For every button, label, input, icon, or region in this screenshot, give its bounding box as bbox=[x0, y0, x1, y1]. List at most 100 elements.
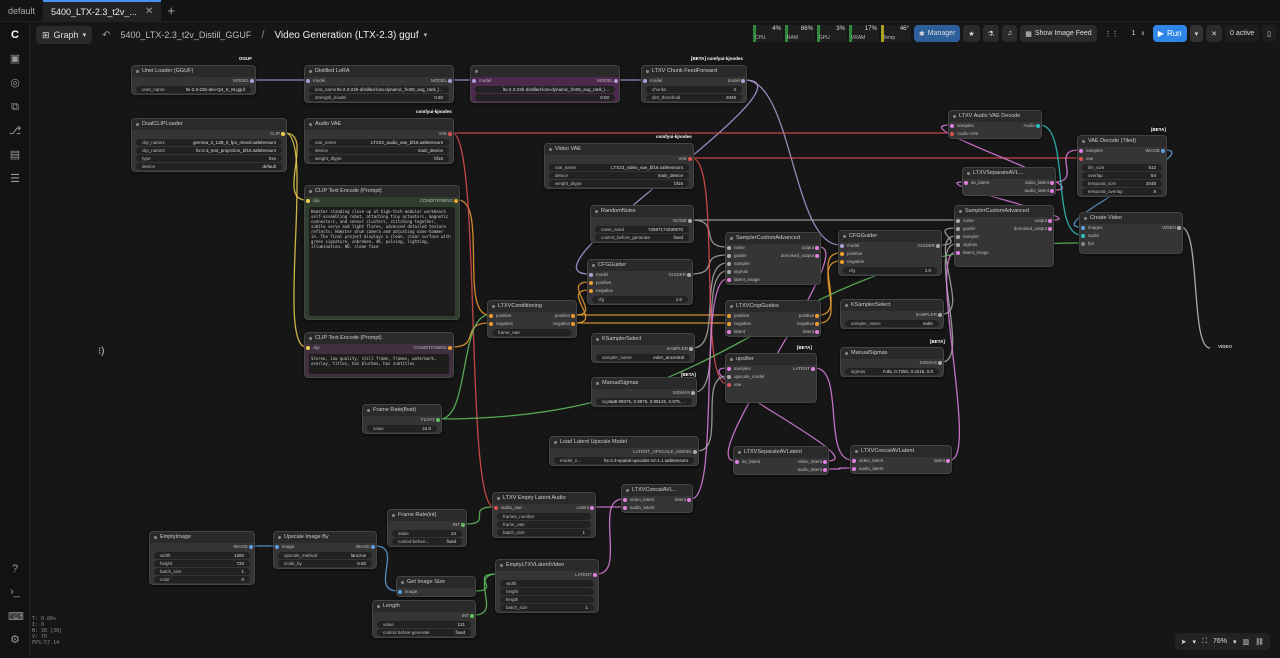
node-cropguides[interactable]: LTXVCropGuides positive positive negative ne… bbox=[725, 300, 821, 337]
input-socket[interactable] bbox=[589, 281, 593, 285]
output-socket[interactable] bbox=[571, 322, 575, 326]
stepper-icon[interactable]: ⇕ bbox=[1141, 31, 1145, 37]
node-title[interactable]: LTXVConditioning bbox=[488, 301, 576, 312]
output-socket[interactable] bbox=[371, 545, 375, 549]
input-socket[interactable] bbox=[489, 314, 493, 318]
node-title[interactable]: Frame Rate(float) bbox=[363, 405, 441, 416]
node-cliptext2[interactable]: CLIP Text Encode (Prompt) clip CONDITIONIN… bbox=[304, 332, 454, 378]
node-upscaler[interactable]: upsilter samples LATENT upscale_model vae bbox=[725, 353, 817, 403]
node-ltxcond[interactable]: LTXVConditioning positive positive negative… bbox=[487, 300, 577, 338]
output-socket[interactable] bbox=[815, 314, 819, 318]
node-widget[interactable]: width bbox=[500, 580, 594, 587]
node-widget[interactable]: ltx-2.3-22b-distilled-lora-dynamic_fro09… bbox=[475, 86, 615, 93]
node-title[interactable]: DualCLIPLoader bbox=[132, 119, 286, 130]
node-lora[interactable]: Distilled LoRA model MODEL lora_name ltx-2.3… bbox=[304, 65, 454, 103]
queue-icon[interactable]: ☰ bbox=[8, 172, 22, 186]
node-title[interactable]: KSamplerSelect bbox=[841, 300, 943, 311]
prompt-textarea[interactable]: Hamster standing close up at high-tech m… bbox=[309, 207, 455, 316]
node-audiodec[interactable]: LTXV Audio VAE Decode samples Audio Audio V… bbox=[948, 110, 1042, 139]
output-socket[interactable] bbox=[590, 506, 594, 510]
output-socket[interactable] bbox=[461, 523, 465, 527]
output-socket[interactable] bbox=[454, 199, 458, 203]
node-title[interactable]: CFGGuider bbox=[839, 231, 941, 242]
node-link[interactable] bbox=[596, 498, 624, 575]
node-link[interactable] bbox=[473, 573, 498, 616]
node-title[interactable]: LTXV Empty Latent Audio bbox=[493, 493, 595, 504]
node-randnoise[interactable]: RandomNoise NOISE noise_seed 72587174330570… bbox=[590, 205, 694, 243]
node-widget[interactable]: height 720 bbox=[154, 560, 250, 567]
new-tab-button[interactable]: + bbox=[161, 3, 181, 18]
workflow-file-name[interactable]: 5400_LTX-2.3_t2v_Distill_GGUF bbox=[120, 30, 251, 40]
node-ksamp1[interactable]: KSamplerSelect SAMPLER sampler_name euler_a… bbox=[591, 333, 695, 363]
node-upscaleimg[interactable]: Upscale Image By image IMAGE upscale_method… bbox=[273, 531, 377, 569]
node-cfg1[interactable]: CFGGuider model GUIDER positive negative cfg 1… bbox=[587, 259, 693, 305]
input-socket[interactable] bbox=[956, 243, 960, 247]
run-button[interactable]: ▶ Run bbox=[1152, 25, 1187, 42]
node-emptyaudio[interactable]: LTXV Empty Latent Audio audio_vae Latent fr… bbox=[492, 492, 596, 538]
input-socket[interactable] bbox=[727, 367, 731, 371]
output-socket[interactable] bbox=[688, 219, 692, 223]
output-socket[interactable] bbox=[1161, 149, 1165, 153]
node-emptyltx[interactable]: EmptyLTXVLatentVideo LATENT width height len… bbox=[495, 559, 599, 613]
node-widget[interactable]: batch_size 1 bbox=[497, 529, 591, 536]
input-socket[interactable] bbox=[398, 590, 402, 594]
output-socket[interactable] bbox=[938, 313, 942, 317]
node-widget[interactable]: value 24 bbox=[392, 530, 462, 537]
node-widget[interactable]: model_n... ltx-2.3-spatial-upscaler-x2-1.… bbox=[554, 457, 694, 464]
output-socket[interactable] bbox=[691, 391, 695, 395]
node-widget[interactable]: chunks 2 bbox=[646, 86, 742, 93]
input-socket[interactable] bbox=[643, 79, 647, 83]
node-title[interactable]: CLIP Text Encode (Prompt) bbox=[305, 186, 459, 197]
output-socket[interactable] bbox=[250, 79, 254, 83]
output-socket[interactable] bbox=[281, 132, 285, 136]
cancel-icon[interactable]: ✕ bbox=[1206, 25, 1223, 42]
node-title[interactable]: Frame Rate(int) bbox=[388, 510, 466, 521]
node-ksamp2[interactable]: KSamplerSelect SAMPLER sampler_name euler bbox=[840, 299, 944, 329]
input-socket[interactable] bbox=[950, 132, 954, 136]
drag-handle-icon[interactable]: ⋮⋮ bbox=[1100, 25, 1124, 42]
input-socket[interactable] bbox=[956, 219, 960, 223]
output-socket[interactable] bbox=[571, 314, 575, 318]
input-socket[interactable] bbox=[494, 506, 498, 510]
fit-view-icon[interactable]: ⛶ bbox=[1202, 638, 1207, 646]
output-socket[interactable] bbox=[448, 132, 452, 136]
flask-icon[interactable]: ⚗ bbox=[982, 25, 999, 42]
node-title[interactable]: Video VAE bbox=[545, 144, 693, 155]
bell-icon[interactable]: ♫ bbox=[1001, 25, 1018, 42]
node-title[interactable]: LTXV Chunk FeedForward bbox=[642, 66, 746, 77]
node-link[interactable] bbox=[826, 467, 853, 470]
input-socket[interactable] bbox=[1081, 234, 1085, 238]
node-createvideo[interactable]: Create Video images VIDEO audio fps bbox=[1079, 212, 1183, 254]
input-socket[interactable] bbox=[727, 314, 731, 318]
output-socket[interactable] bbox=[936, 244, 940, 248]
node-link[interactable] bbox=[284, 132, 307, 201]
node-title[interactable]: CFGGuider bbox=[588, 260, 692, 271]
output-socket[interactable] bbox=[693, 450, 697, 454]
node-audiovae[interactable]: Audio VAE VAE vae_name LTX23_audio_vae_bf16… bbox=[304, 118, 454, 164]
node-title[interactable]: VAE Decode (Tiled) bbox=[1078, 136, 1166, 147]
panel-toggle-icon[interactable]: ▯ bbox=[1262, 25, 1276, 42]
node-link[interactable] bbox=[691, 219, 728, 248]
output-socket[interactable] bbox=[946, 459, 950, 463]
node-videovae[interactable]: Video VAE VAE vae_name LTX23_video_vae_bf16… bbox=[544, 143, 694, 189]
node-widget[interactable]: length bbox=[500, 596, 594, 603]
node-link[interactable] bbox=[691, 157, 728, 385]
node-title[interactable]: LTXVSeparateAVL... bbox=[963, 168, 1055, 179]
node-title[interactable]: LTXV Audio VAE Decode bbox=[949, 111, 1041, 122]
node-mute[interactable]: model MODEL ltx-2.3-22b-distilled-lora-dyn… bbox=[470, 65, 620, 103]
node-widget[interactable]: type ltxv bbox=[136, 155, 282, 162]
output-socket[interactable] bbox=[815, 254, 819, 258]
undo-icon[interactable]: ↶ bbox=[102, 30, 110, 41]
batch-count-input[interactable]: 1 ⇕ bbox=[1127, 25, 1150, 42]
node-title[interactable]: SamplerCustomAdvanced bbox=[726, 233, 820, 244]
node-widget[interactable]: dim_threshold 2048 bbox=[646, 94, 742, 101]
input-socket[interactable] bbox=[1081, 226, 1085, 230]
input-socket[interactable] bbox=[956, 227, 960, 231]
node-widget[interactable]: width 1280 bbox=[154, 552, 250, 559]
node-widget[interactable]: batch_size 1 bbox=[154, 568, 250, 575]
node-concat1[interactable]: LTXVConcatAVLatent video_latent latent audi… bbox=[850, 445, 952, 474]
output-socket[interactable] bbox=[815, 246, 819, 250]
input-socket[interactable] bbox=[950, 124, 954, 128]
input-socket[interactable] bbox=[727, 262, 731, 266]
output-socket[interactable] bbox=[436, 418, 440, 422]
